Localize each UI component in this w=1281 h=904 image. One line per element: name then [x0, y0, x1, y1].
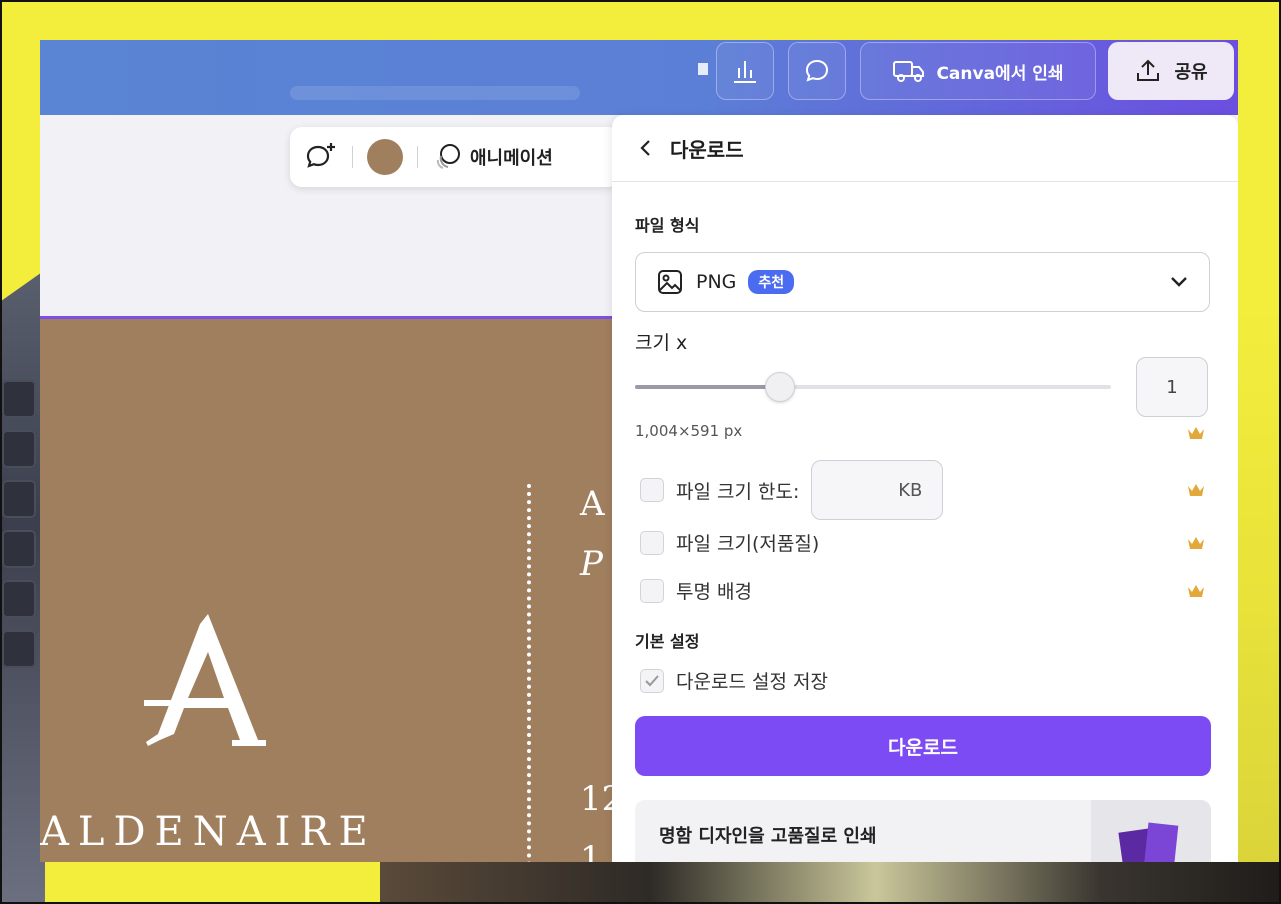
- crown-icon: [1188, 537, 1204, 549]
- transparent-bg-label: 투명 배경: [676, 581, 752, 603]
- low-quality-checkbox[interactable]: [640, 530, 664, 555]
- share-label: 공유: [1174, 62, 1208, 83]
- save-settings-checkbox[interactable]: [640, 668, 664, 693]
- keyboard-key: [2, 430, 36, 468]
- size-slider-fill: [635, 385, 780, 389]
- print-promo-text: 명함 디자인을 고품질로 인쇄: [659, 826, 877, 847]
- card-preview: [1143, 822, 1179, 862]
- file-size-limit-label: 파일 크기 한도:: [676, 480, 800, 503]
- file-type-label: 파일 형식: [635, 216, 700, 235]
- comment-button[interactable]: [788, 42, 846, 100]
- back-chevron-icon[interactable]: [638, 138, 654, 158]
- design-text-line: A: [580, 484, 605, 524]
- truck-icon: [893, 61, 925, 82]
- recommended-badge: 추천: [748, 270, 795, 294]
- toolbar-divider: [417, 146, 418, 168]
- scale-input[interactable]: 1: [1136, 357, 1208, 417]
- size-slider-track[interactable]: [635, 385, 1111, 389]
- transparent-bg-row: 투명 배경: [640, 577, 752, 604]
- design-divider: [527, 484, 531, 862]
- print-label: Canva에서 인쇄: [936, 63, 1064, 84]
- keyboard-key: [2, 480, 36, 518]
- image-icon: [658, 270, 682, 294]
- print-with-canva-button[interactable]: Canva에서 인쇄: [860, 42, 1096, 100]
- save-settings-row: 다운로드 설정 저장: [640, 667, 828, 694]
- panel-title: 다운로드: [670, 137, 744, 162]
- print-promo-card[interactable]: 명함 디자인을 고품질로 인쇄: [635, 800, 1211, 862]
- crown-icon: [1188, 585, 1204, 597]
- crown-icon: [1188, 427, 1204, 439]
- bar-chart-icon: [734, 61, 756, 83]
- background-photo-desk: [380, 862, 1281, 904]
- size-scale-label: 크기 x: [635, 332, 688, 354]
- topbar-indicator: [698, 63, 708, 75]
- speech-bubble-icon: [805, 59, 829, 82]
- brand-name: ALDENAIRE: [40, 809, 377, 855]
- animation-button[interactable]: 애니메이션: [432, 142, 553, 172]
- default-settings-label: 기본 설정: [635, 632, 700, 651]
- design-text-line: 1: [580, 839, 602, 862]
- upload-share-icon: [1137, 59, 1160, 81]
- insights-button[interactable]: [716, 42, 774, 100]
- keyboard-key: [2, 580, 36, 618]
- file-size-limit-row: 파일 크기 한도: KB: [640, 460, 944, 520]
- size-slider-handle[interactable]: [764, 372, 795, 402]
- output-dimensions: 1,004×591 px: [635, 422, 743, 440]
- keyboard-key: [2, 630, 36, 668]
- file-type-value: PNG: [696, 271, 737, 293]
- element-toolbar: 애니메이션: [290, 127, 620, 187]
- file-size-limit-input[interactable]: KB: [811, 460, 944, 520]
- transparent-bg-checkbox[interactable]: [640, 578, 664, 603]
- topbar-placeholder: [290, 86, 580, 100]
- keyboard-key: [2, 530, 36, 568]
- file-size-limit-checkbox[interactable]: [640, 478, 664, 502]
- panel-header: 다운로드: [612, 115, 1238, 182]
- toolbar-divider: [352, 146, 353, 168]
- chevron-down-icon: [1171, 277, 1187, 287]
- background-photo-keyboard: [0, 270, 45, 904]
- crown-icon: [1188, 484, 1204, 496]
- design-text-line: P: [580, 544, 603, 584]
- animation-icon: [436, 144, 460, 169]
- download-panel: 다운로드 파일 형식 PNG 추천 크기 x 1 1,004×591 px 파일…: [612, 115, 1238, 862]
- keyboard-key: [2, 380, 36, 418]
- top-bar: Canva에서 인쇄 공유: [40, 40, 1238, 115]
- download-button[interactable]: 다운로드: [635, 716, 1211, 776]
- kb-unit: KB: [898, 479, 923, 501]
- background-photo-right: [1238, 300, 1281, 904]
- add-comment-icon[interactable]: [304, 141, 338, 173]
- color-swatch-button[interactable]: [367, 139, 403, 175]
- share-button[interactable]: 공유: [1108, 42, 1234, 100]
- low-quality-label: 파일 크기(저품질): [676, 533, 820, 555]
- canva-window: Canva에서 인쇄 공유 애니메이션 ALDENAIRE A P 12 1 다…: [40, 40, 1238, 862]
- low-quality-row: 파일 크기(저품질): [640, 529, 819, 556]
- animation-label: 애니메이션: [470, 148, 553, 169]
- brand-logo-a: [144, 614, 266, 746]
- save-settings-label: 다운로드 설정 저장: [676, 671, 828, 693]
- file-type-select[interactable]: PNG 추천: [635, 252, 1210, 312]
- checkmark-icon: [645, 674, 659, 686]
- promo-thumbnail: [1091, 800, 1211, 862]
